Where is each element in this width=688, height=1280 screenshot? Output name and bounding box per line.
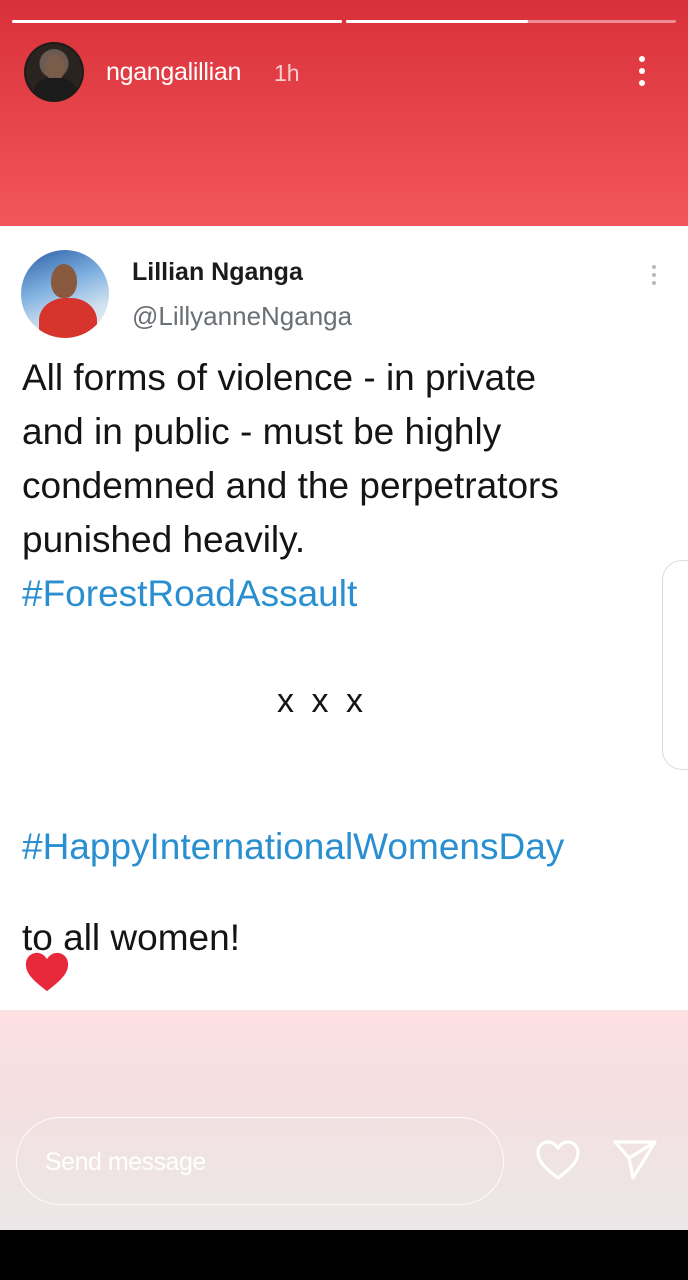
progress-fill-1 (12, 20, 342, 23)
heart-sticker-icon (25, 952, 69, 992)
send-message-input[interactable]: Send message (16, 1117, 504, 1205)
tweet-author-avatar (21, 250, 109, 338)
story-username[interactable]: ngangalillian (106, 58, 241, 87)
hashtag-womens-day: #HappyInternationalWomensDay (22, 826, 565, 867)
more-options-icon[interactable] (634, 56, 650, 88)
profile-avatar[interactable] (24, 42, 84, 102)
send-message-placeholder: Send message (45, 1148, 206, 1176)
tweet-line: All forms of violence - in private (22, 357, 537, 398)
share-paper-plane-icon[interactable] (612, 1138, 658, 1182)
progress-fill-2 (346, 20, 528, 23)
side-drawer-handle[interactable] (662, 560, 688, 770)
tweet-more-icon (650, 265, 658, 289)
hashtag-forest-road-assault: #ForestRoadAssault (22, 573, 358, 614)
story-progress-segment-2 (346, 20, 676, 23)
tweet-text-continued: #HappyInternationalWomensDay to all wome… (22, 783, 682, 1002)
story-progress-segment-1 (12, 20, 342, 23)
story-time: 1h (274, 60, 300, 86)
like-heart-icon[interactable] (534, 1138, 582, 1182)
tweet-author-name: Lillian Nganga (132, 258, 303, 286)
tweet-separator: x x x (277, 682, 367, 720)
tweet-line: punished heavily. (22, 519, 306, 560)
tweet-line: condemned and the perpetrators (22, 465, 559, 506)
tweet-line: and in public - must be highly (22, 411, 502, 452)
tweet-author-handle: @LillyanneNganga (132, 301, 353, 331)
story-frame: ngangalillian 1h Lillian Nganga @Lillyan… (0, 0, 688, 1230)
tweet-text: All forms of violence - in private and i… (22, 351, 662, 621)
tweet-closing: to all women! (22, 917, 240, 958)
